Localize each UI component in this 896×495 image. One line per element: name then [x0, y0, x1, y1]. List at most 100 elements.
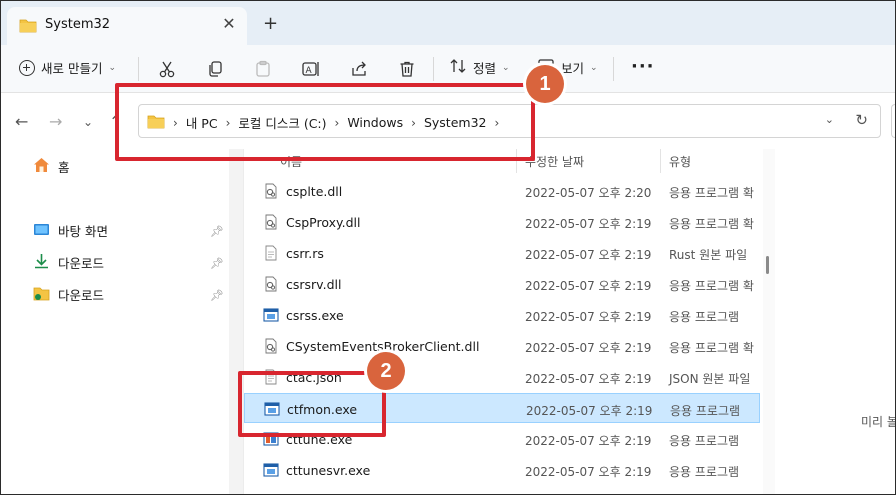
- file-row[interactable]: csrss.exe 2022-05-07 오후 2:19 응용 프로그램: [244, 300, 760, 330]
- file-date: 2022-05-07 오후 2:19: [525, 310, 652, 324]
- tab-title: System32: [45, 17, 111, 32]
- sidebar-item-label: 다운로드: [58, 256, 105, 271]
- file-row[interactable]: csrr.rs 2022-05-07 오후 2:19 Rust 원본 파일: [244, 238, 760, 268]
- chevron-down-icon: ⌄: [590, 62, 598, 73]
- sidebar-item-downloads[interactable]: 다운로드: [33, 253, 104, 272]
- file-row[interactable]: CspProxy.dll 2022-05-07 오후 2:19 응용 프로그램 확: [244, 207, 760, 237]
- pin-icon[interactable]: 📌︎: [210, 289, 224, 302]
- share-icon[interactable]: [347, 57, 371, 81]
- sort-icon: [449, 58, 467, 77]
- annotation-badge-1: 1: [526, 65, 564, 103]
- address-dropdown-icon[interactable]: ⌄: [825, 113, 834, 126]
- file-name: csrsrv.dll: [286, 277, 342, 292]
- toolbar-divider: [613, 57, 614, 81]
- scrollbar-thumb[interactable]: [766, 256, 769, 274]
- file-row[interactable]: CSystemEventsBrokerClient.dll 2022-05-07 …: [244, 331, 760, 361]
- search-box[interactable]: [891, 104, 895, 138]
- pin-icon[interactable]: 📌︎: [210, 257, 224, 270]
- refresh-icon[interactable]: ↻: [855, 111, 868, 129]
- sidebar-item-home[interactable]: 홈: [33, 157, 70, 176]
- file-date: 2022-05-07 오후 2:19: [525, 465, 652, 479]
- dll-icon: [263, 338, 279, 354]
- sidebar-scrollbar[interactable]: [229, 149, 243, 494]
- sort-button[interactable]: 정렬 ⌄: [449, 58, 510, 77]
- column-divider[interactable]: [660, 149, 661, 173]
- close-tab-icon[interactable]: ✕: [219, 14, 239, 33]
- svg-text:A: A: [306, 66, 313, 76]
- more-options-icon[interactable]: ···: [631, 56, 655, 77]
- dll-icon: [263, 276, 279, 292]
- dll-icon: [263, 183, 279, 199]
- file-date: 2022-05-07 오후 2:19: [525, 372, 652, 386]
- file-type: 응용 프로그램: [669, 465, 740, 479]
- pin-icon[interactable]: 📌︎: [210, 225, 224, 238]
- new-button-label: 새로 만들기: [41, 61, 103, 76]
- file-date: 2022-05-07 오후 2:19: [525, 341, 652, 355]
- rename-icon[interactable]: A: [299, 57, 323, 81]
- file-date: 2022-05-07 오후 2:19: [526, 404, 653, 418]
- back-arrow-icon[interactable]: ←: [15, 112, 28, 131]
- file-type: 응용 프로그램: [670, 404, 741, 418]
- folder-icon: [19, 17, 37, 36]
- new-button[interactable]: 새로 만들기 ⌄: [19, 58, 116, 77]
- file-type: 응용 프로그램 확: [669, 341, 754, 355]
- file-type: 응용 프로그램 확: [669, 217, 754, 231]
- annotation-box-ctfmon: [238, 371, 386, 437]
- home-icon: [33, 157, 50, 176]
- sidebar-item-downloads-folder[interactable]: 다운로드: [33, 285, 104, 304]
- file-name: cttunesvr.exe: [286, 463, 371, 478]
- file-date: 2022-05-07 오후 2:20: [525, 186, 652, 200]
- navigation-pane: 홈 바탕 화면 📌︎ 다운로드 📌︎ 다운로드 📌︎: [1, 149, 233, 494]
- file-type: Rust 원본 파일: [669, 248, 748, 262]
- sidebar-item-label: 바탕 화면: [58, 224, 108, 239]
- exe-icon: [263, 307, 279, 323]
- file-explorer-window: System32 ✕ + 새로 만들기 ⌄ A 정렬 ⌄ 보기 ⌄ ··· ← …: [0, 0, 896, 495]
- file-type: 응용 프로그램: [669, 434, 740, 448]
- preview-pane: 미리 볼: [775, 149, 896, 494]
- file-list: 이름 ^ 수정한 날짜 유형 csplte.dll 2022-05-07 오후 2…: [243, 149, 775, 494]
- recent-chevron-icon[interactable]: ⌄: [83, 115, 93, 129]
- sidebar-item-label: 다운로드: [58, 288, 105, 303]
- file-type: 응용 프로그램 확: [669, 186, 754, 200]
- toolbar-divider: [433, 57, 434, 81]
- annotation-badge-2: 2: [367, 352, 405, 390]
- new-tab-button[interactable]: +: [263, 13, 278, 34]
- delete-icon[interactable]: [395, 57, 419, 81]
- annotation-box-address: [115, 83, 535, 161]
- forward-arrow-icon[interactable]: →: [49, 112, 62, 131]
- file-list-scrollbar[interactable]: [763, 149, 775, 494]
- cut-icon[interactable]: [155, 57, 179, 81]
- folder-icon: [33, 285, 50, 304]
- file-type: JSON 원본 파일: [669, 372, 751, 386]
- file-date: 2022-05-07 오후 2:19: [525, 279, 652, 293]
- paste-icon[interactable]: [251, 57, 275, 81]
- chevron-down-icon: ⌄: [502, 62, 510, 73]
- file-name: CspProxy.dll: [286, 215, 361, 230]
- title-bar: System32 ✕ +: [1, 1, 895, 45]
- file-row[interactable]: csplte.dll 2022-05-07 오후 2:20 응용 프로그램 확: [244, 176, 760, 206]
- column-header-type[interactable]: 유형: [669, 153, 691, 170]
- plus-circle-icon: [19, 59, 35, 76]
- view-label: 보기: [561, 61, 585, 76]
- file-type: 응용 프로그램: [669, 310, 740, 324]
- file-type: 응용 프로그램 확: [669, 279, 754, 293]
- file-date: 2022-05-07 오후 2:19: [525, 434, 652, 448]
- file-date: 2022-05-07 오후 2:19: [525, 248, 652, 262]
- download-icon: [33, 253, 50, 272]
- file-name: csplte.dll: [286, 184, 343, 199]
- file-name: csrr.rs: [286, 246, 324, 261]
- chevron-down-icon: ⌄: [108, 62, 117, 73]
- tab-system32[interactable]: System32 ✕: [7, 7, 247, 45]
- exe-icon: [263, 462, 279, 478]
- sidebar-item-label: 홈: [58, 160, 70, 175]
- preview-message: 미리 볼: [861, 415, 896, 429]
- toolbar-divider: [138, 57, 139, 81]
- sidebar-item-desktop[interactable]: 바탕 화면: [33, 221, 108, 240]
- file-icon: [263, 245, 279, 261]
- sort-label: 정렬: [473, 61, 497, 76]
- file-name: csrss.exe: [286, 308, 344, 323]
- file-row[interactable]: cttunesvr.exe 2022-05-07 오후 2:19 응용 프로그램: [244, 455, 760, 485]
- copy-icon[interactable]: [203, 57, 227, 81]
- dll-icon: [263, 214, 279, 230]
- file-row[interactable]: csrsrv.dll 2022-05-07 오후 2:19 응용 프로그램 확: [244, 269, 760, 299]
